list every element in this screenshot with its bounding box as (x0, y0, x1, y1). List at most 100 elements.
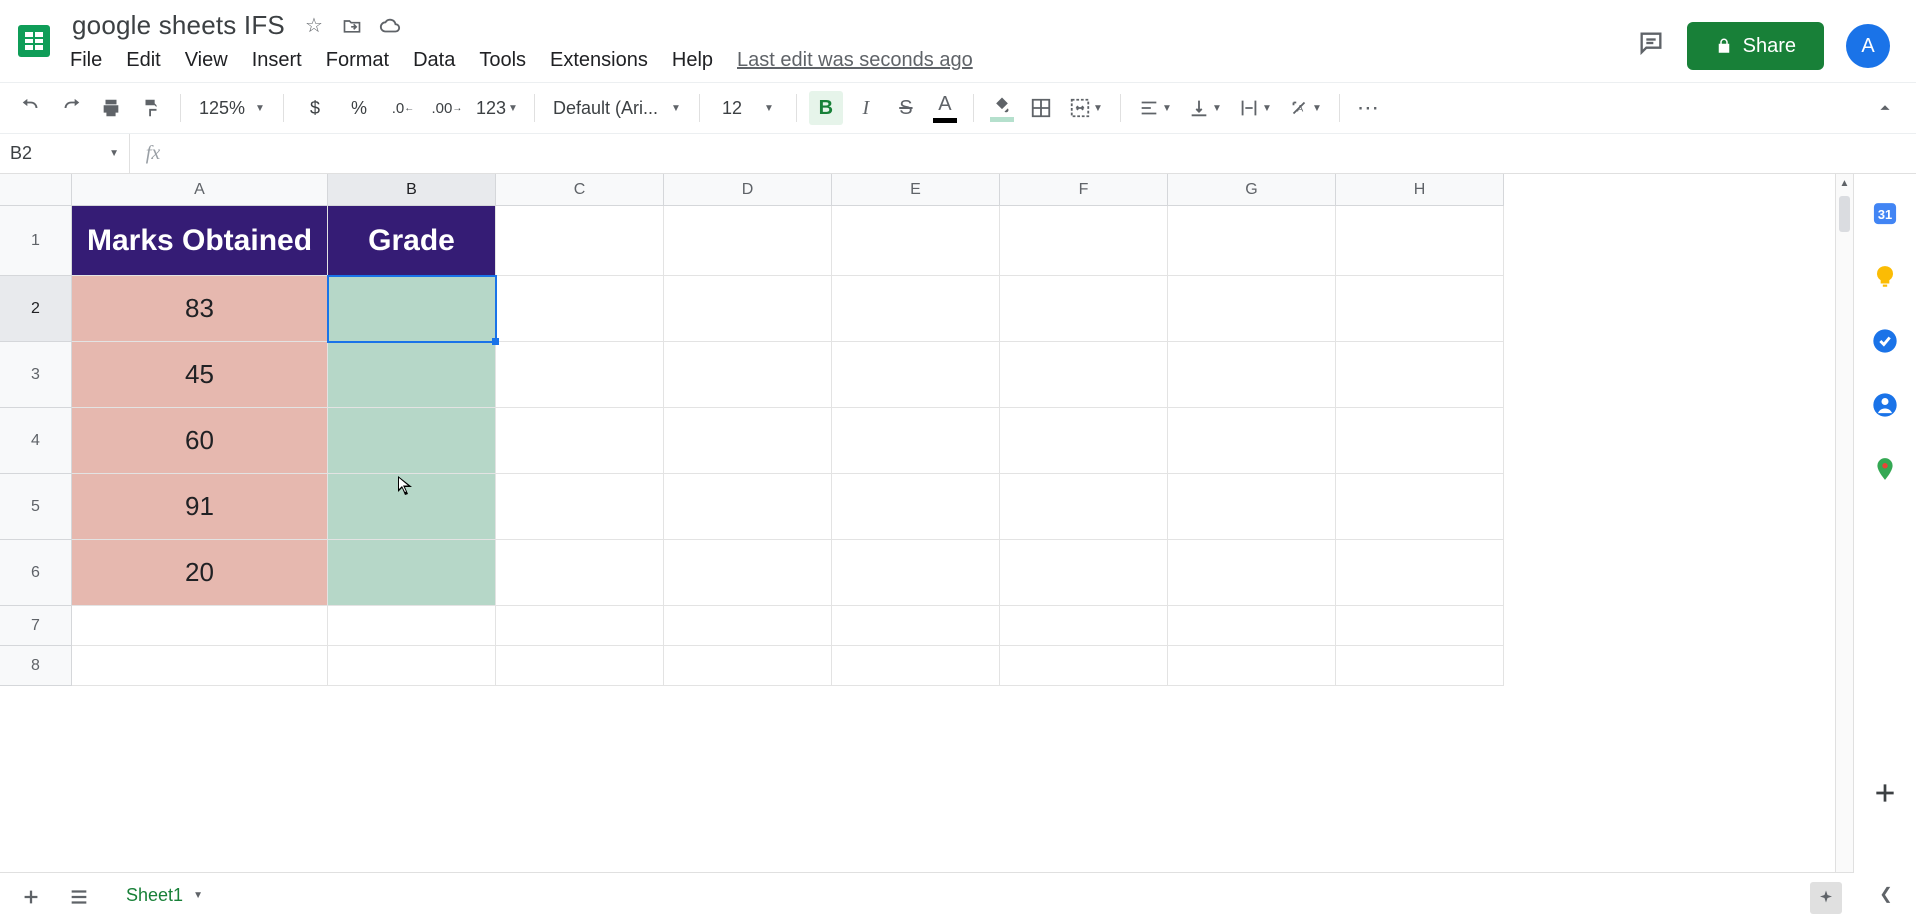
cell-H1[interactable] (1336, 206, 1504, 276)
cell-A3[interactable]: 45 (72, 342, 328, 408)
contacts-icon[interactable] (1868, 388, 1902, 422)
cell-E7[interactable] (832, 606, 1000, 646)
print-icon[interactable] (94, 91, 128, 125)
cell-E2[interactable] (832, 276, 1000, 342)
menu-insert[interactable]: Insert (252, 49, 302, 72)
sheet-tab-sheet1[interactable]: Sheet1 ▼ (110, 873, 219, 920)
decrease-decimal-button[interactable]: .0← (384, 91, 422, 125)
col-header-F[interactable]: F (1000, 174, 1168, 206)
scroll-up-icon[interactable]: ▲ (1836, 174, 1853, 192)
col-header-G[interactable]: G (1168, 174, 1336, 206)
borders-button[interactable] (1024, 91, 1058, 125)
cell-A5[interactable]: 91 (72, 474, 328, 540)
comments-icon[interactable] (1637, 29, 1665, 64)
cell-G8[interactable] (1168, 646, 1336, 686)
cell-E6[interactable] (832, 540, 1000, 606)
menu-help[interactable]: Help (672, 49, 713, 72)
cell-F8[interactable] (1000, 646, 1168, 686)
col-header-D[interactable]: D (664, 174, 832, 206)
cell-A8[interactable] (72, 646, 328, 686)
maps-icon[interactable] (1868, 452, 1902, 486)
menu-data[interactable]: Data (413, 49, 455, 72)
cell-D3[interactable] (664, 342, 832, 408)
cell-E3[interactable] (832, 342, 1000, 408)
cell-F2[interactable] (1000, 276, 1168, 342)
explore-button[interactable] (1810, 882, 1842, 914)
row-header-1[interactable]: 1 (0, 206, 72, 276)
row-header-3[interactable]: 3 (0, 342, 72, 408)
cell-B4[interactable] (328, 408, 496, 474)
cell-C5[interactable] (496, 474, 664, 540)
cell-E8[interactable] (832, 646, 1000, 686)
redo-icon[interactable] (54, 91, 88, 125)
fill-color-button[interactable] (986, 95, 1018, 122)
all-sheets-button[interactable] (62, 880, 96, 914)
spreadsheet-grid[interactable]: ABCDEFGH1Marks ObtainedGrade283345460591… (0, 174, 1854, 920)
col-header-A[interactable]: A (72, 174, 328, 206)
cell-A4[interactable]: 60 (72, 408, 328, 474)
row-header-5[interactable]: 5 (0, 474, 72, 540)
star-icon[interactable]: ☆ (303, 15, 325, 37)
collapse-toolbar-icon[interactable] (1868, 91, 1902, 125)
menu-file[interactable]: File (70, 49, 102, 72)
vertical-align-button[interactable]: ▼ (1183, 91, 1227, 125)
text-wrap-button[interactable]: ▼ (1233, 91, 1277, 125)
cell-B6[interactable] (328, 540, 496, 606)
menu-tools[interactable]: Tools (479, 49, 526, 72)
add-addon-icon[interactable] (1868, 776, 1902, 810)
cell-C1[interactable] (496, 206, 664, 276)
cell-F3[interactable] (1000, 342, 1168, 408)
col-header-H[interactable]: H (1336, 174, 1504, 206)
cell-F4[interactable] (1000, 408, 1168, 474)
cell-C8[interactable] (496, 646, 664, 686)
menu-view[interactable]: View (185, 49, 228, 72)
cell-B1[interactable]: Grade (328, 206, 496, 276)
cell-C3[interactable] (496, 342, 664, 408)
more-toolbar-button[interactable]: ⋯ (1352, 91, 1386, 125)
row-header-8[interactable]: 8 (0, 646, 72, 686)
cell-H4[interactable] (1336, 408, 1504, 474)
col-header-C[interactable]: C (496, 174, 664, 206)
sheets-logo[interactable] (12, 12, 56, 70)
menu-format[interactable]: Format (326, 49, 389, 72)
text-rotation-button[interactable]: A▼ (1283, 91, 1327, 125)
menu-extensions[interactable]: Extensions (550, 49, 648, 72)
cell-G1[interactable] (1168, 206, 1336, 276)
percent-button[interactable]: % (340, 91, 378, 125)
menu-edit[interactable]: Edit (126, 49, 160, 72)
cell-B2[interactable] (328, 276, 496, 342)
cell-G3[interactable] (1168, 342, 1336, 408)
row-header-6[interactable]: 6 (0, 540, 72, 606)
cell-H6[interactable] (1336, 540, 1504, 606)
cell-D6[interactable] (664, 540, 832, 606)
italic-button[interactable]: I (849, 91, 883, 125)
undo-icon[interactable] (14, 91, 48, 125)
select-all-corner[interactable] (0, 174, 72, 206)
cell-A2[interactable]: 83 (72, 276, 328, 342)
vertical-scrollbar[interactable]: ▲ ▼ (1835, 174, 1853, 900)
share-button[interactable]: Share (1687, 22, 1824, 70)
font-size-select[interactable]: 12▼ (712, 98, 784, 119)
paint-format-icon[interactable] (134, 91, 168, 125)
cell-F5[interactable] (1000, 474, 1168, 540)
cell-E5[interactable] (832, 474, 1000, 540)
cell-H2[interactable] (1336, 276, 1504, 342)
number-format-button[interactable]: 123▼ (472, 91, 522, 125)
document-title[interactable]: google sheets IFS (68, 8, 289, 43)
cell-B8[interactable] (328, 646, 496, 686)
increase-decimal-button[interactable]: .00→ (428, 91, 466, 125)
cell-E4[interactable] (832, 408, 1000, 474)
calendar-icon[interactable]: 31 (1868, 196, 1902, 230)
cell-C4[interactable] (496, 408, 664, 474)
cell-G7[interactable] (1168, 606, 1336, 646)
cell-C6[interactable] (496, 540, 664, 606)
row-header-7[interactable]: 7 (0, 606, 72, 646)
cell-G5[interactable] (1168, 474, 1336, 540)
row-header-2[interactable]: 2 (0, 276, 72, 342)
currency-button[interactable]: $ (296, 91, 334, 125)
vscroll-thumb[interactable] (1839, 196, 1850, 232)
bold-button[interactable]: B (809, 91, 843, 125)
strikethrough-button[interactable]: S (889, 91, 923, 125)
cell-E1[interactable] (832, 206, 1000, 276)
cell-H5[interactable] (1336, 474, 1504, 540)
